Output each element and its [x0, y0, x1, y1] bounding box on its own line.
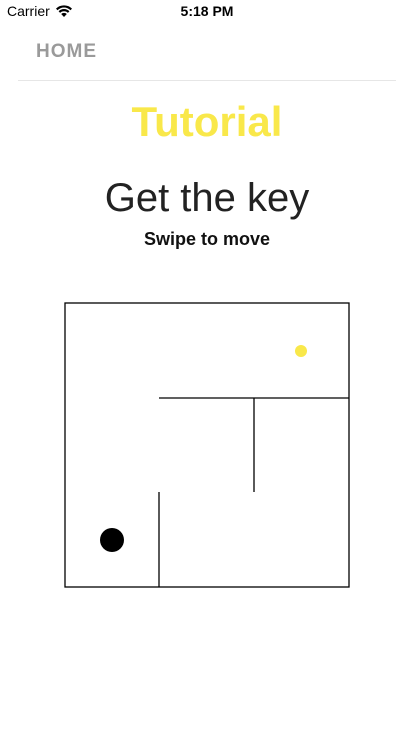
key-dot — [295, 345, 307, 357]
maze-border — [64, 302, 350, 588]
level-heading: Get the key — [104, 176, 310, 220]
nav-bar: HOME — [0, 24, 414, 81]
page-title: Tutorial — [131, 98, 283, 145]
nav-divider — [18, 80, 396, 81]
status-bar: Carrier 5:18 PM — [0, 0, 414, 24]
player-ball[interactable] — [100, 528, 124, 552]
home-button[interactable]: HOME — [36, 41, 97, 63]
instruction-text: Swipe to move — [143, 229, 271, 249]
status-time: 5:18 PM — [180, 3, 234, 19]
